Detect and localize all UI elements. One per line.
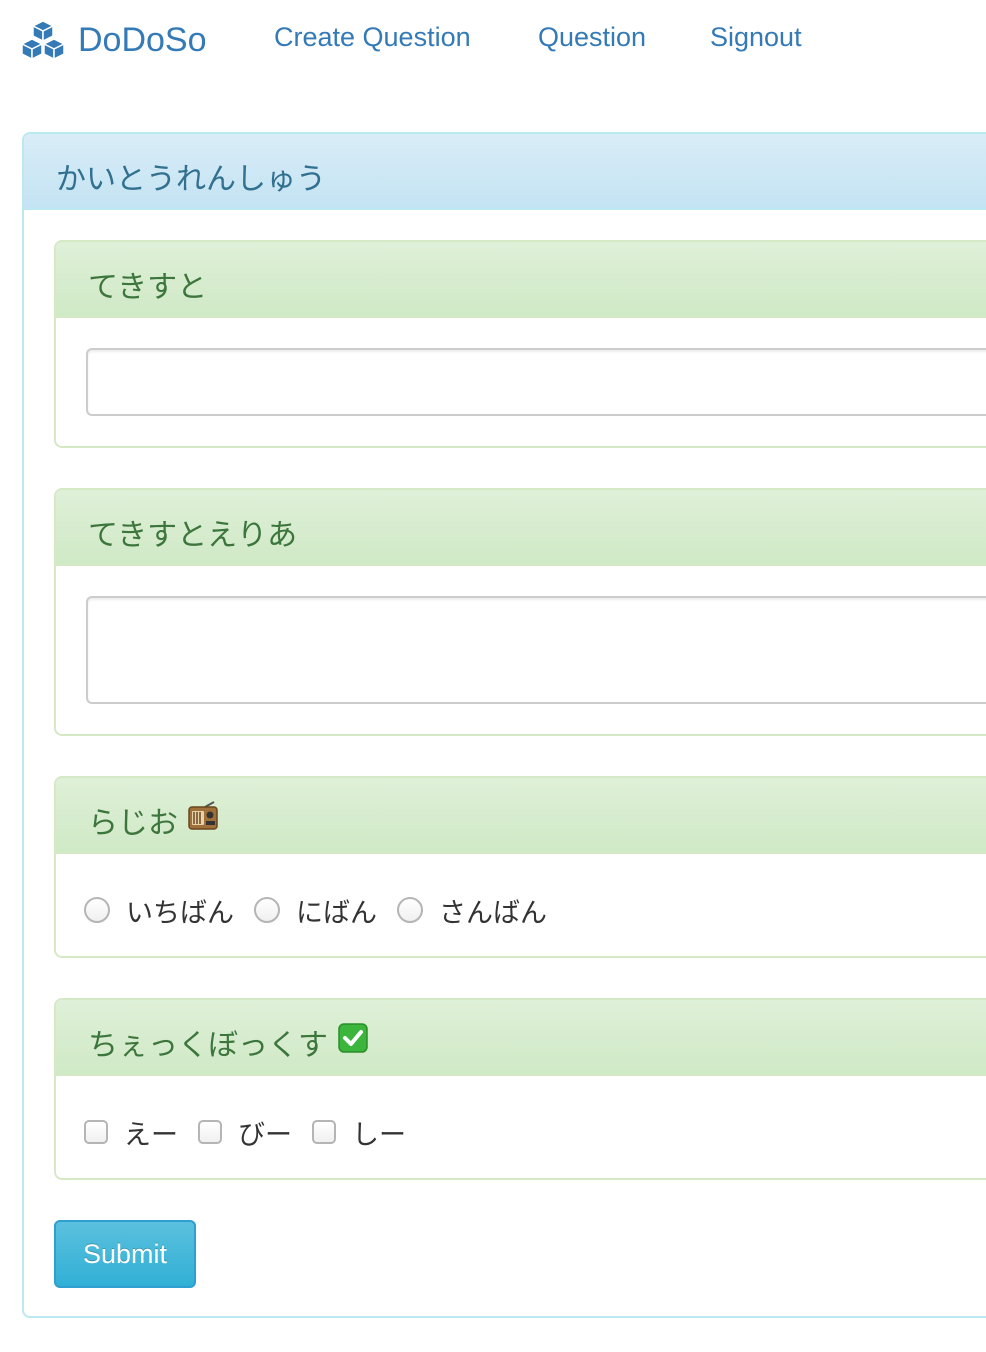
check-mark-icon bbox=[338, 1023, 368, 1061]
checkbox-option-label[interactable]: えー bbox=[124, 1113, 178, 1152]
checkbox-option-label[interactable]: びー bbox=[238, 1113, 292, 1152]
nav-create-question[interactable]: Create Question bbox=[274, 22, 471, 53]
question-title: てきすとえりあ bbox=[88, 518, 298, 553]
form-heading: かいとうれんしゅう bbox=[24, 134, 986, 210]
nav-question[interactable]: Question bbox=[538, 22, 646, 53]
question-title: てきすと bbox=[88, 270, 208, 305]
question-heading: てきすと bbox=[56, 242, 986, 318]
radio-button[interactable] bbox=[84, 897, 110, 923]
question-heading: らじお bbox=[56, 778, 986, 854]
textarea-answer-input[interactable] bbox=[86, 596, 986, 704]
radio-emoji-icon bbox=[188, 801, 218, 839]
nav-signout[interactable]: Signout bbox=[710, 22, 802, 53]
question-heading: てきすとえりあ bbox=[56, 490, 986, 566]
radio-option-label[interactable]: さんばん bbox=[439, 891, 547, 930]
radio-option-label[interactable]: にばん bbox=[296, 891, 377, 930]
question-title-text: らじお bbox=[88, 806, 178, 841]
radio-option-label[interactable]: いちばん bbox=[126, 891, 234, 930]
navbar: DoDoSo Create Question Question Signout bbox=[0, 0, 986, 80]
checkbox-option-label[interactable]: しー bbox=[352, 1113, 406, 1152]
checkbox[interactable] bbox=[198, 1120, 222, 1144]
submit-button[interactable]: Submit bbox=[54, 1220, 196, 1288]
checkbox[interactable] bbox=[84, 1120, 108, 1144]
question-title: らじお bbox=[88, 798, 218, 842]
checkbox[interactable] bbox=[312, 1120, 336, 1144]
question-panel-text: てきすと bbox=[54, 240, 986, 448]
radio-options: いちばん にばん さんばん bbox=[84, 890, 567, 930]
brand-link[interactable]: DoDoSo bbox=[20, 18, 207, 62]
question-title-text: ちぇっくぼっくす bbox=[88, 1028, 328, 1063]
radio-button[interactable] bbox=[397, 897, 423, 923]
question-title: ちぇっくぼっくす bbox=[88, 1020, 368, 1064]
radio-button[interactable] bbox=[254, 897, 280, 923]
cubes-icon bbox=[20, 20, 66, 60]
checkbox-options: えー びー しー bbox=[84, 1112, 426, 1152]
text-answer-input[interactable] bbox=[86, 348, 986, 416]
form-title: かいとうれんしゅう bbox=[56, 162, 326, 197]
question-panel-textarea: てきすとえりあ bbox=[54, 488, 986, 736]
question-panel-radio: らじお いちばん にばん さんばん bbox=[54, 776, 986, 958]
brand-name: DoDoSo bbox=[78, 20, 207, 59]
question-panel-checkbox: ちぇっくぼっくす えー びー しー bbox=[54, 998, 986, 1180]
question-heading: ちぇっくぼっくす bbox=[56, 1000, 986, 1076]
